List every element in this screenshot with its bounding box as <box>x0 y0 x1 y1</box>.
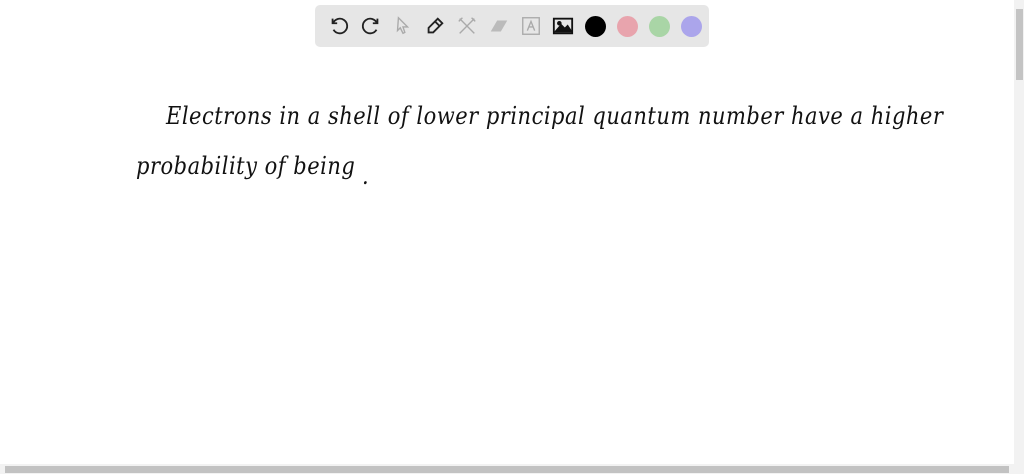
vertical-scroll-thumb[interactable] <box>1016 9 1023 80</box>
handwritten-line-2: probability of being <box>136 152 356 180</box>
eraser-button[interactable] <box>483 10 515 42</box>
color-green[interactable] <box>643 10 675 42</box>
select-button[interactable] <box>387 10 419 42</box>
color-swatch-pink <box>616 15 638 37</box>
tools-button[interactable] <box>451 10 483 42</box>
vertical-scrollbar[interactable] <box>1014 0 1024 464</box>
redo-icon <box>361 17 379 35</box>
undo-icon <box>331 17 349 35</box>
text-icon <box>522 17 540 35</box>
select-icon <box>396 16 410 35</box>
text-button[interactable] <box>515 10 547 42</box>
handwritten-period: . <box>362 162 370 190</box>
color-swatch-green <box>648 15 670 37</box>
image-icon <box>552 17 574 35</box>
undo-button[interactable] <box>323 10 355 42</box>
pen-button[interactable] <box>419 10 451 42</box>
horizontal-scroll-thumb[interactable] <box>5 466 1009 473</box>
tools-icon <box>458 17 476 34</box>
eraser-icon <box>490 20 508 32</box>
color-purple[interactable] <box>675 10 707 42</box>
whiteboard-canvas[interactable]: Electrons in a shell of lower principal … <box>0 0 1014 464</box>
color-pink[interactable] <box>611 10 643 42</box>
handwritten-line-1: Electrons in a shell of lower principal … <box>166 102 944 130</box>
image-button[interactable] <box>547 10 579 42</box>
redo-button[interactable] <box>355 10 387 42</box>
color-swatch-purple <box>680 15 702 37</box>
color-swatch-black <box>584 15 606 37</box>
color-black[interactable] <box>579 10 611 42</box>
horizontal-scrollbar[interactable] <box>0 464 1024 474</box>
pen-icon <box>427 17 444 34</box>
drawing-toolbar <box>315 5 709 47</box>
